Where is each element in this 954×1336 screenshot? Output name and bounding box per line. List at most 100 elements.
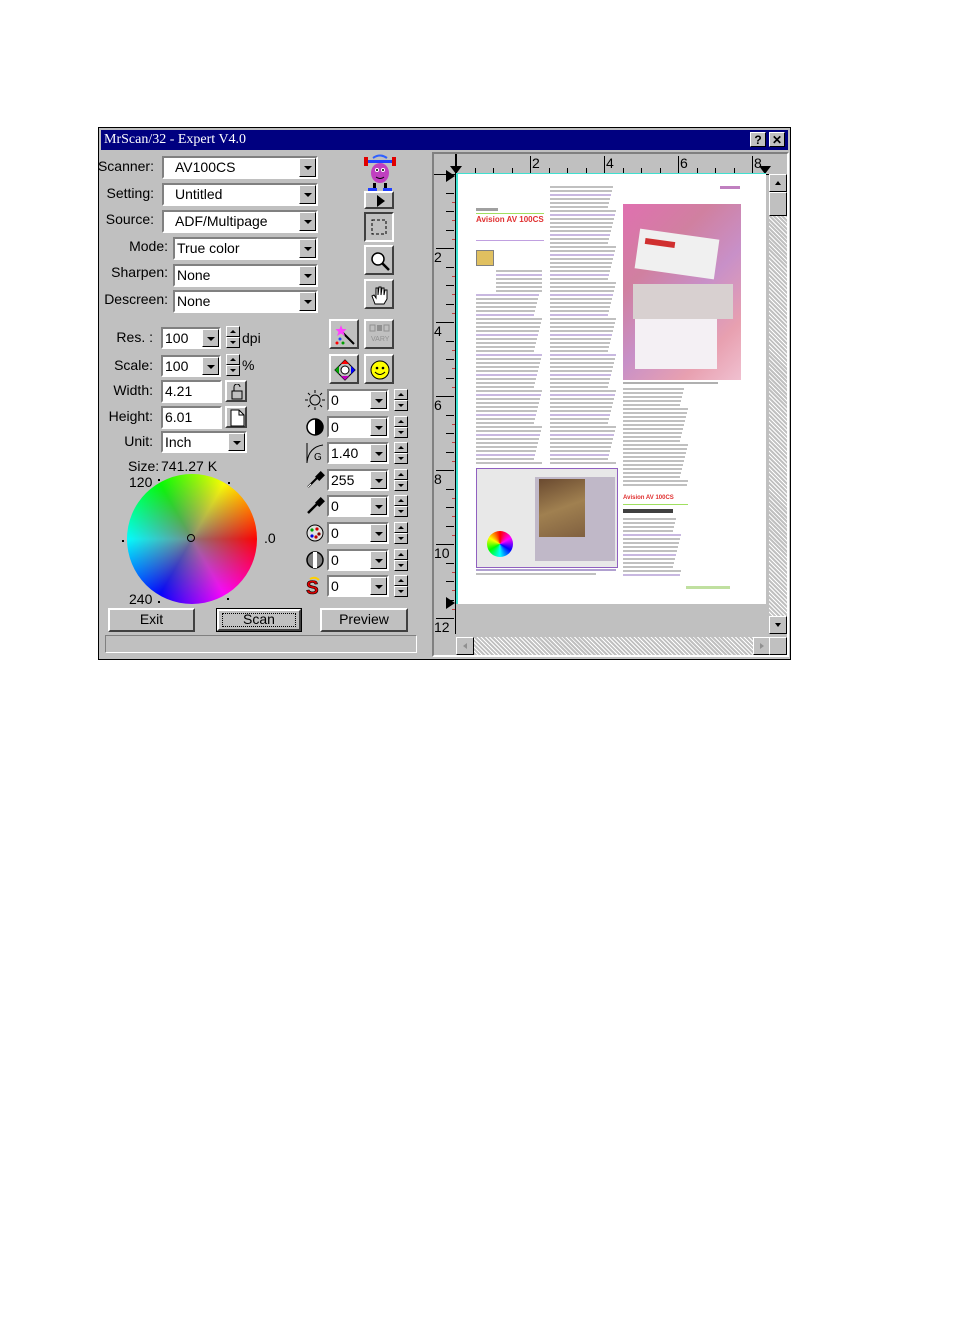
res-spinner[interactable]: [226, 326, 240, 348]
contrast-down[interactable]: [394, 426, 408, 438]
vertical-scroll-thumb[interactable]: [769, 192, 787, 216]
chevron-down-icon[interactable]: [228, 433, 245, 451]
exit-button[interactable]: Exit: [108, 608, 195, 632]
res-up[interactable]: [226, 326, 240, 337]
scale-up[interactable]: [226, 354, 240, 365]
brightness-select[interactable]: 0: [327, 389, 389, 411]
chevron-down-icon[interactable]: [299, 266, 316, 285]
scale-select[interactable]: 100: [161, 355, 221, 377]
highlight-spinner[interactable]: [394, 468, 408, 491]
start-preview-button[interactable]: [364, 191, 394, 209]
chevron-down-icon[interactable]: [202, 329, 219, 347]
color-wheel[interactable]: [127, 474, 257, 604]
chevron-down-icon[interactable]: [370, 444, 387, 463]
left-top-marker-icon[interactable]: [446, 170, 456, 182]
contrast-up[interactable]: [394, 415, 408, 427]
setting-select[interactable]: Untitled: [162, 183, 318, 206]
shadow-select[interactable]: 0: [327, 495, 389, 518]
chevron-down-icon[interactable]: [299, 158, 316, 177]
gamma-down[interactable]: [394, 453, 408, 465]
scroll-left-button[interactable]: [456, 637, 474, 655]
brightness-spinner[interactable]: [394, 389, 408, 411]
scale-spinner[interactable]: [226, 354, 240, 376]
scroll-up-button[interactable]: [769, 174, 787, 192]
chevron-down-icon[interactable]: [370, 391, 387, 409]
help-button[interactable]: ?: [750, 132, 766, 147]
gamma-spinner[interactable]: [394, 442, 408, 465]
chevron-down-icon[interactable]: [370, 497, 387, 516]
brightness-down[interactable]: [394, 400, 408, 411]
text-line: [623, 416, 686, 418]
select-area-button[interactable]: [364, 212, 394, 242]
brightness-up[interactable]: [394, 389, 408, 400]
color-wheel-handle[interactable]: [187, 534, 195, 542]
gamma-up[interactable]: [394, 442, 408, 454]
ruler-tick: [446, 451, 454, 453]
res-down[interactable]: [226, 337, 240, 348]
scale-label: Scale:: [114, 357, 153, 373]
lock-aspect-button[interactable]: [225, 380, 247, 402]
highlight-select[interactable]: 255: [327, 468, 389, 491]
width-input[interactable]: 4.21: [161, 380, 222, 403]
color-diamond-icon: [334, 359, 356, 381]
chevron-down-icon[interactable]: [370, 417, 387, 436]
highlight-up[interactable]: [394, 468, 408, 480]
contrast-select[interactable]: 0: [327, 415, 389, 438]
highlight-down[interactable]: [394, 479, 408, 491]
mode-label: Mode:: [129, 238, 168, 254]
left-bottom-marker-icon[interactable]: [446, 597, 456, 609]
midtone-select[interactable]: 0: [327, 548, 389, 571]
text-line: [550, 346, 609, 348]
unit-select[interactable]: Inch: [161, 431, 247, 453]
chevron-down-icon[interactable]: [299, 292, 316, 311]
saturation-spinner[interactable]: [394, 575, 408, 598]
midtone-up[interactable]: [394, 548, 408, 560]
mode-select[interactable]: True color: [173, 237, 318, 260]
zoom-button[interactable]: [364, 245, 394, 275]
text-line: [476, 310, 535, 312]
color-balance-spinner[interactable]: [394, 522, 408, 544]
scanner-select[interactable]: AV100CS: [162, 156, 318, 179]
chevron-down-icon[interactable]: [370, 524, 387, 542]
shadow-spinner[interactable]: [394, 495, 408, 518]
scale-down[interactable]: [226, 365, 240, 376]
contrast-spinner[interactable]: [394, 415, 408, 438]
color-balance-down[interactable]: [394, 533, 408, 544]
chevron-down-icon[interactable]: [299, 212, 316, 231]
midtone-spinner[interactable]: [394, 548, 408, 571]
descreen-label: Descreen:: [104, 291, 168, 307]
horizontal-scrollbar[interactable]: [456, 637, 771, 655]
color-adjust-button[interactable]: [329, 354, 359, 384]
saturation-select[interactable]: 0: [327, 575, 389, 598]
midtone-down[interactable]: [394, 559, 408, 571]
source-select[interactable]: ADF/Multipage: [162, 210, 318, 233]
page-size-button[interactable]: [225, 406, 247, 428]
close-button[interactable]: ✕: [769, 132, 785, 147]
sharpen-select[interactable]: None: [173, 264, 318, 287]
scroll-down-button[interactable]: [769, 616, 787, 634]
chevron-down-icon[interactable]: [370, 550, 387, 569]
res-select[interactable]: 100: [161, 327, 221, 349]
descreen-select[interactable]: None: [173, 290, 318, 313]
color-balance-up[interactable]: [394, 522, 408, 533]
preview-button[interactable]: Preview: [320, 608, 408, 632]
shadow-up[interactable]: [394, 495, 408, 507]
saturation-up[interactable]: [394, 575, 408, 587]
chevron-down-icon[interactable]: [370, 577, 387, 596]
height-input[interactable]: 6.01: [161, 406, 222, 429]
pan-button[interactable]: [364, 279, 394, 309]
scan-button[interactable]: Scan: [216, 608, 302, 632]
color-balance-select[interactable]: 0: [327, 522, 389, 544]
smiley-button[interactable]: [364, 354, 394, 384]
gamma-select[interactable]: 1.40: [327, 442, 389, 465]
preview-page[interactable]: Avision AV 100CS Avision AV 100CS: [456, 174, 766, 604]
chevron-down-icon[interactable]: [299, 185, 316, 204]
shadow-down[interactable]: [394, 506, 408, 518]
vertical-scrollbar[interactable]: [769, 174, 787, 634]
chevron-down-icon[interactable]: [202, 357, 219, 375]
saturation-down[interactable]: [394, 586, 408, 598]
ruler-tick: [446, 359, 454, 360]
chevron-down-icon[interactable]: [299, 239, 316, 258]
chevron-down-icon[interactable]: [370, 470, 387, 489]
auto-adjust-button[interactable]: [329, 319, 359, 349]
